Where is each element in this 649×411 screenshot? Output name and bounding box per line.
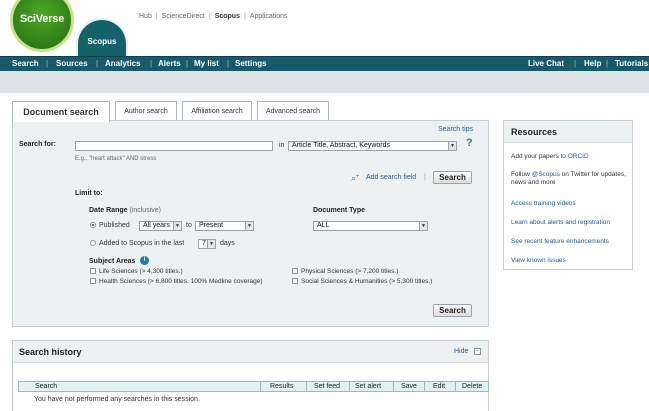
search-history-title: Search history [19,347,82,357]
search-button-top[interactable]: Search [433,171,472,184]
col-set-feed: Set feed [314,383,341,390]
history-empty-message: You have not performed any searches in t… [34,396,200,403]
search-button-bottom[interactable]: Search [433,304,472,317]
tab-author-search[interactable]: Author search [115,101,177,121]
platform-link-applications[interactable]: Applications [250,13,288,20]
health-sciences-label: Health Sciences (> 6,800 titles. 100% Me… [99,278,263,285]
nav-live-chat[interactable]: Live Chat [528,59,564,68]
help-icon[interactable]: ? [466,137,473,149]
search-tips-link[interactable]: Search tips [438,126,473,133]
published-from-select[interactable]: All years ▼ [139,221,182,231]
sciverse-logo[interactable]: SciVerse [10,0,74,52]
subject-areas-label: Subject Areas [89,258,136,265]
nav-alerts[interactable]: Alerts [158,59,181,68]
in-label: in [279,142,285,149]
resource-item-twitter: Follow @Scopus on Twitter for updates, n… [511,171,631,187]
nav-settings[interactable]: Settings [235,59,267,68]
published-from-value: All years [143,222,170,229]
known-issues-link[interactable]: View known issues [511,257,631,265]
nav-help[interactable]: Help [584,59,601,68]
date-range-label: Date Range [89,207,128,214]
resource-twitter-prefix: Follow [511,171,532,178]
hide-history-link[interactable]: Hide [454,348,468,355]
search-field-select[interactable]: Article Title, Abstract, Keywords ▼ [288,141,457,151]
added-to-scopus-radio[interactable] [90,240,96,246]
date-range-heading: Date Range (inclusive) [89,207,161,214]
access-training-videos-link[interactable]: Access training videos [511,200,631,208]
added-days-select[interactable]: 7 ▼ [198,239,216,249]
resource-item-orcid: Add your papers to ORCID [511,153,631,161]
published-to-value: Present [199,222,224,229]
document-type-value: ALL [317,222,330,229]
resource-orcid-text: Add your papers to [511,153,568,160]
document-type-label: Document Type [313,207,365,214]
feature-enhancements-link[interactable]: See recent feature enhancements [511,238,631,246]
nav-search[interactable]: Search [12,59,39,68]
added-days-value: 7 [202,240,206,247]
scopus-logo-text: Scopus [87,37,117,46]
added-to-scopus-label: Added to Scopus in the last [99,240,185,247]
sub-nav-bar [0,71,649,93]
col-delete: Delete [462,383,483,390]
published-label: Published [99,222,130,229]
alerts-registration-link[interactable]: Learn about alerts and registration [511,219,631,227]
document-type-select[interactable]: ALL ▼ [313,221,428,231]
physical-sciences-label: Physical Sciences (> 7,200 titles.) [301,268,399,275]
search-query-input[interactable] [75,141,273,151]
orcid-link[interactable]: ORCID [568,153,589,160]
col-set-alert: Set alert [355,383,382,390]
chevron-down-icon: ▼ [207,240,215,248]
resources-title: Resources [504,121,632,143]
search-for-label: Search for: [19,141,56,148]
nav-my-list[interactable]: My list [194,59,219,68]
tab-affiliation-search[interactable]: Affiliation search [182,101,252,121]
resources-panel: Resources Add your papers to ORCID Follo… [503,120,633,270]
physical-sciences-checkbox[interactable] [292,268,298,274]
add-field-icon: ⌕⁺ [351,173,360,183]
platform-link-sciencedirect[interactable]: ScienceDirect [162,13,205,20]
add-search-field-link[interactable]: Add search field [366,174,416,181]
nav-sources[interactable]: Sources [56,59,88,68]
search-example: E.g., "heart attack" AND stress [75,156,157,162]
search-field-value: Article Title, Abstract, Keywords [292,142,391,149]
platform-links: Hub | ScienceDirect | Scopus | Applications [139,13,288,20]
social-sciences-label: Social Sciences & Humanities (> 5,300 ti… [301,278,433,285]
health-sciences-checkbox[interactable] [90,278,96,284]
col-edit: Edit [433,383,446,390]
social-sciences-checkbox[interactable] [292,278,298,284]
limit-to-label: Limit to: [75,190,103,197]
life-sciences-label: Life Sciences (> 4,300 titles.) [99,268,183,275]
tab-advanced-search[interactable]: Advanced search [257,101,329,121]
platform-link-hub[interactable]: Hub [139,13,152,20]
chevron-down-icon: ▼ [245,222,253,230]
platform-link-scopus[interactable]: Scopus [215,13,240,20]
chevron-down-icon: ▼ [173,222,181,230]
document-search-panel: Search tips Search for: in Article Title… [12,120,489,327]
main-nav-bar: Search | Sources | Analytics | Alerts | … [0,56,649,71]
col-search: Search [35,383,58,390]
tab-document-search[interactable]: Document search [12,101,110,122]
chevron-down-icon: ▼ [419,222,427,230]
site-header: SciVerse Scopus Hub | ScienceDirect | Scopus… [0,0,649,62]
col-save: Save [401,383,417,390]
to-label: to [186,222,192,229]
col-results: Results [270,383,294,390]
info-icon[interactable]: i [140,256,149,265]
days-label: days [220,240,235,247]
published-to-select[interactable]: Present ▼ [195,221,254,231]
published-radio[interactable] [90,222,96,228]
collapse-icon[interactable]: − [474,348,481,355]
life-sciences-checkbox[interactable] [90,268,96,274]
sciverse-logo-text: SciVerse [19,13,65,25]
scopus-twitter-link[interactable]: @Scopus [532,171,560,178]
history-header-row: Search Results Set feed Set alert Save E… [18,381,489,392]
nav-tutorials[interactable]: Tutorials [615,59,648,68]
date-range-note: (inclusive) [129,207,161,214]
chevron-down-icon: ▼ [448,142,456,150]
nav-analytics[interactable]: Analytics [105,59,141,68]
